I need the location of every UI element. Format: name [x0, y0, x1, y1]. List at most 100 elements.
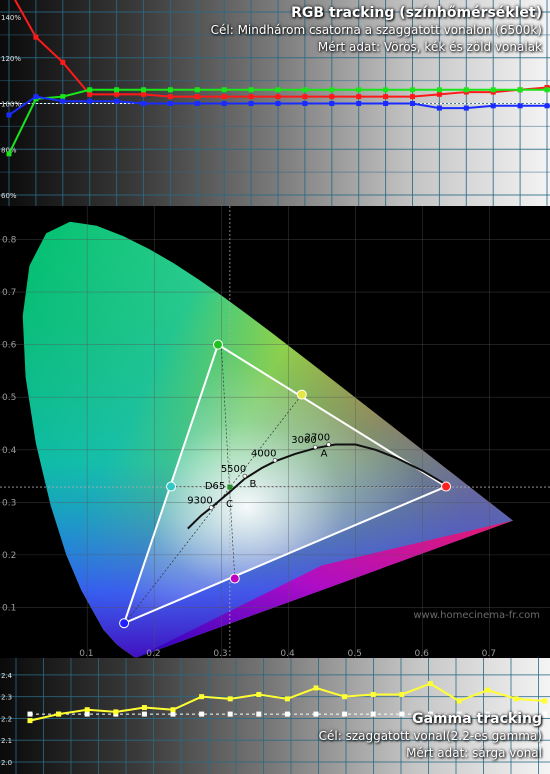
rgb-data-point-green [87, 87, 93, 93]
rgb-data-point-blue [33, 94, 39, 100]
rgb-data-point-blue [194, 101, 200, 106]
rgb-title-block: RGB tracking (színhőmérséklet) Cél: Mind… [211, 4, 542, 56]
rgb-data-point-red [329, 94, 335, 100]
gamma-reference-point [199, 711, 205, 717]
rgb-data-point-green [436, 87, 442, 93]
rgb-data-point-blue [167, 101, 173, 106]
rgb-data-point-green [329, 87, 335, 93]
cie-watermark: www.homecinema-fr.com [413, 610, 540, 621]
cie-x-tick-label: 0.6 [415, 649, 430, 658]
gamma-reference-point [256, 711, 262, 717]
cie-point-label-c: C [226, 499, 233, 510]
rgb-data-point-blue [383, 101, 389, 106]
rgb-data-point-red [141, 91, 146, 97]
rgb-data-point-green [167, 87, 173, 93]
rgb-data-point-red [33, 34, 39, 40]
rgb-data-point-green [114, 87, 120, 93]
gamma-data-point [399, 691, 405, 697]
rgb-data-point-red [60, 59, 66, 65]
gamma-data-point [113, 709, 119, 715]
rgb-data-point-blue [463, 105, 469, 111]
rgb-y-tick-label: 140% [1, 14, 21, 22]
rgb-data-point-red [410, 94, 415, 100]
gamma-reference-point [84, 711, 90, 717]
cie-x-tick-label: 0.2 [146, 649, 160, 658]
gamma-data-point [27, 718, 33, 724]
gamma-y-tick-label: 2.0 [1, 759, 12, 767]
rgb-y-tick-label: 100% [1, 101, 21, 109]
cie-chart-panel: 0.1 0.2 0.3 0.4 0.5 0.6 0.7 0.8 0.7 0.6 0.5 0.4 0.3 0… [0, 206, 550, 658]
rgb-data-point-blue [275, 101, 281, 106]
cie-primary-marker-g [212, 339, 223, 350]
gamma-title: Gamma tracking [412, 711, 542, 727]
cie-x-tick-label: 0.3 [213, 649, 227, 658]
cie-y-tick-label: 0.8 [2, 236, 17, 246]
gamma-y-tick-label: 2.3 [1, 694, 12, 702]
cie-y-tick-label: 0.1 [2, 603, 16, 613]
cie-planck-label: 9300 [187, 496, 212, 507]
rgb-data-point-green [275, 87, 281, 93]
gamma-data-point [199, 694, 205, 700]
rgb-data-point-red [87, 91, 93, 97]
cie-y-tick-label: 0.6 [2, 341, 17, 351]
gamma-data-point [313, 685, 319, 691]
rgb-data-point-red [114, 91, 120, 97]
gamma-reference-point [542, 711, 548, 717]
rgb-data-point-blue [436, 105, 442, 111]
rgb-data-point-green [302, 87, 308, 93]
rgb-data-point-blue [490, 103, 496, 109]
cie-secondary-marker-c [166, 481, 177, 492]
rgb-data-point-green [463, 87, 469, 93]
gamma-data-point [456, 698, 462, 704]
cie-x-tick-label: 0.7 [482, 649, 496, 658]
gamma-y-tick-label: 2.1 [1, 737, 12, 745]
rgb-data-point-red [221, 94, 227, 100]
rgb-data-point-blue [6, 112, 12, 118]
gamma-data-point [427, 681, 433, 687]
rgb-data-point-red [436, 91, 442, 97]
gamma-target-text: Cél: szaggatott vonal(2.2-es gamma) [318, 729, 542, 743]
rgb-data-point-blue [329, 101, 335, 106]
cie-y-tick-label: 0.7 [2, 288, 16, 298]
cie-x-tick-label: 0.1 [79, 649, 93, 658]
cie-y-tick-label: 0.3 [2, 498, 16, 508]
cie-secondary-marker-m [229, 573, 240, 584]
cie-y-tick-label: 0.4 [2, 446, 17, 456]
rgb-measured-text: Mért adat: Vörös, kék és zöld vonalak [317, 40, 542, 54]
rgb-data-point-blue [302, 101, 308, 106]
cie-x-tick-label: 0.4 [280, 649, 295, 658]
rgb-data-point-blue [410, 101, 415, 106]
gamma-data-point [84, 707, 90, 713]
gamma-data-point [227, 696, 233, 702]
rgb-data-point-blue [517, 103, 523, 109]
rgb-data-point-red [383, 94, 389, 100]
rgb-data-point-red [356, 94, 362, 100]
gamma-data-point [542, 698, 548, 704]
cie-planck-label: 2700 [305, 433, 330, 444]
rgb-data-point-blue [87, 98, 93, 104]
rgb-data-point-green [544, 87, 550, 93]
gamma-data-point [485, 687, 491, 693]
rgb-data-point-blue [248, 101, 254, 106]
gamma-measured-text: Mért adat: sárga vonal [406, 746, 542, 760]
rgb-data-point-blue [141, 101, 146, 106]
gamma-reference-point [284, 711, 290, 717]
rgb-data-point-red [302, 94, 308, 100]
rgb-data-point-red [275, 94, 281, 100]
rgb-data-point-green [60, 94, 66, 100]
gamma-y-tick-label: 2.4 [1, 672, 13, 680]
gamma-data-point [141, 705, 147, 711]
gamma-tracking-panel: 2.4 2.3 2.2 2.1 2.0 Gamma tracking Cél: szag… [0, 658, 550, 774]
cie-secondary-marker-y [296, 389, 307, 400]
cie-white-point-label: D65 [205, 481, 225, 492]
gamma-reference-point [141, 711, 147, 717]
cie-y-tick-label: 0.2 [2, 551, 16, 561]
gamma-reference-point [27, 711, 33, 717]
rgb-y-tick-label: 120% [1, 55, 21, 63]
cie-x-tick-label: 0.5 [347, 649, 361, 658]
rgb-data-point-blue [356, 101, 362, 106]
rgb-data-point-green [383, 87, 389, 93]
rgb-data-point-red [248, 94, 254, 100]
rgb-data-point-green [517, 87, 523, 93]
gamma-data-point [56, 711, 62, 717]
